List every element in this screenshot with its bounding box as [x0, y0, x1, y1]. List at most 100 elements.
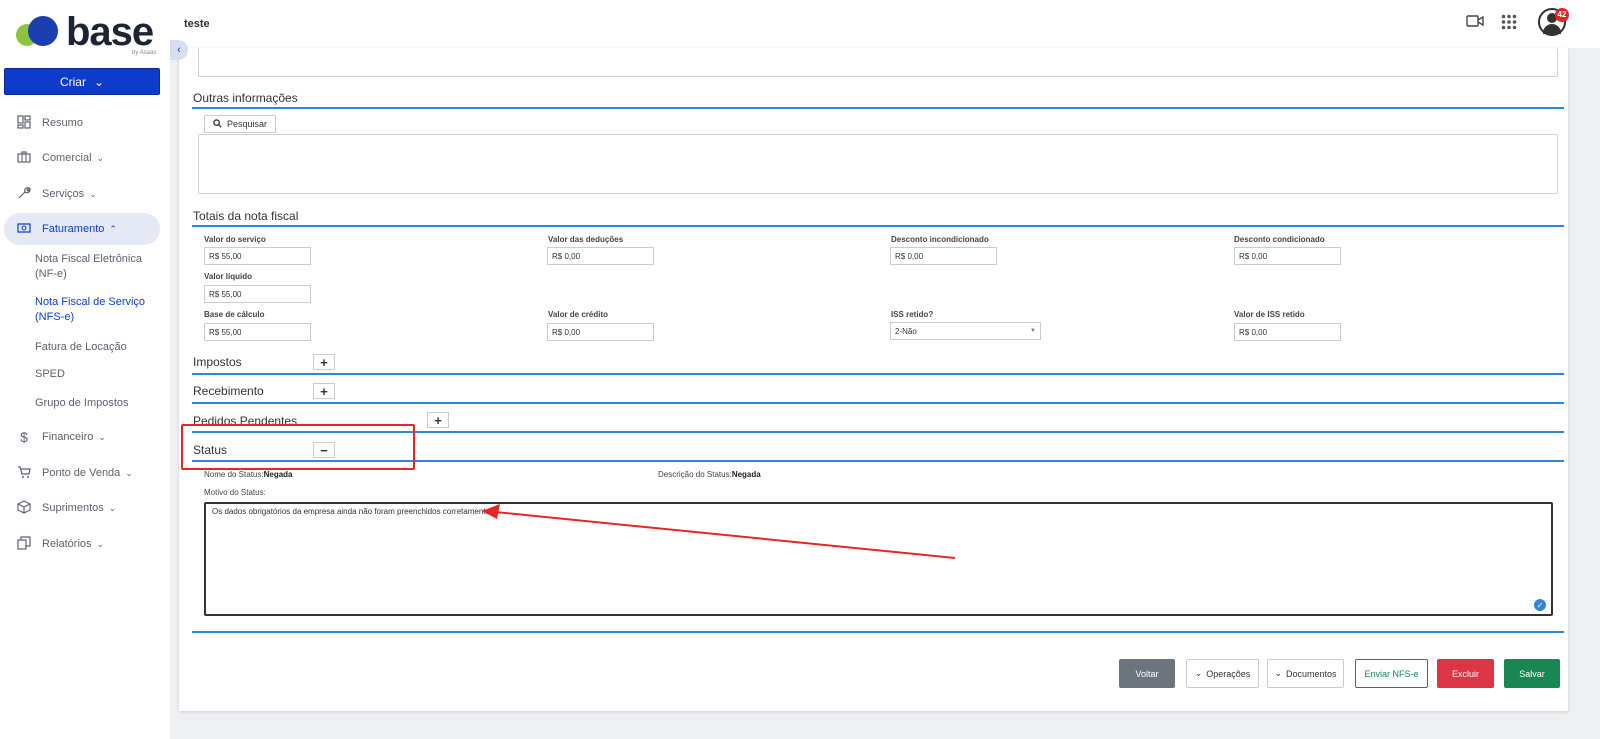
- brand-byline: by Asaas: [132, 50, 157, 56]
- grid-icon: [14, 114, 34, 132]
- send-nfse-button[interactable]: Enviar NFS-e: [1355, 659, 1428, 688]
- apps-grid-icon[interactable]: [1501, 14, 1517, 35]
- search-button[interactable]: Pesquisar: [204, 115, 277, 133]
- avatar-body: [1543, 24, 1561, 34]
- valor-deducoes-input[interactable]: R$ 0,00: [547, 247, 654, 265]
- section-divider: [192, 373, 1564, 375]
- search-icon: [213, 118, 222, 130]
- valor-credito-label: Valor de crédito: [548, 310, 609, 319]
- sidebar-item-financeiro[interactable]: $ Financeiro ⌄: [4, 421, 160, 453]
- status-name-line: Nome do Status:Negada: [204, 470, 293, 479]
- valor-servico-input[interactable]: R$ 55,00: [204, 247, 311, 265]
- operations-label: Operações: [1206, 668, 1251, 679]
- box-icon: [14, 499, 34, 517]
- top-bar: teste 42: [170, 0, 1600, 48]
- expand-impostos-button[interactable]: +: [313, 354, 335, 370]
- valor-liquido-label: Valor líquido: [204, 272, 253, 281]
- expand-pedidos-button[interactable]: +: [427, 412, 449, 428]
- section-divider: [192, 402, 1564, 404]
- status-desc-label: Descrição do Status:: [658, 470, 732, 479]
- chevron-up-icon: ⌃: [109, 223, 117, 234]
- dropdown-arrow-icon: ▼: [1030, 328, 1036, 334]
- sidebar-item-label: Ponto de Venda: [42, 467, 121, 479]
- desc-cond-input[interactable]: R$ 0,00: [1234, 247, 1341, 265]
- documents-label: Documentos: [1286, 668, 1337, 679]
- create-button[interactable]: Criar ⌄: [4, 68, 160, 95]
- iss-retido-value: 2-Não: [895, 326, 917, 336]
- sidebar-item-ponto-venda[interactable]: Ponto de Venda ⌄: [4, 457, 160, 489]
- sidebar-item-resumo[interactable]: Resumo: [4, 107, 160, 139]
- search-button-label: Pesquisar: [227, 119, 268, 129]
- desc-cond-label: Desconto condicionado: [1234, 235, 1325, 244]
- check-circle-icon: ✓: [1534, 599, 1546, 611]
- logo-blue-circle: [28, 16, 58, 46]
- video-camera-icon[interactable]: [1466, 14, 1484, 33]
- sidebar-item-label: Relatórios: [42, 538, 92, 550]
- sidebar-item-suprimentos[interactable]: Suprimentos ⌄: [4, 492, 160, 524]
- chevron-down-icon: ⌄: [93, 74, 105, 89]
- sidebar-item-servicos[interactable]: Serviços ⌄: [4, 178, 160, 210]
- valor-liquido-input[interactable]: R$ 55,00: [204, 285, 311, 303]
- status-desc-value: Negada: [731, 470, 761, 479]
- cart-icon: [14, 465, 34, 482]
- valor-iss-retido-label: Valor de ISS retido: [1234, 310, 1305, 319]
- base-calculo-input[interactable]: R$ 55,00: [204, 323, 311, 341]
- section-title-impostos: Impostos: [193, 355, 242, 369]
- sidebar-item-comercial[interactable]: Comercial ⌄: [4, 142, 160, 174]
- sidebar-subitem-nfe[interactable]: Nota Fiscal Eletrônica (NF-e): [35, 252, 160, 282]
- valor-deducoes-label: Valor das deduções: [548, 235, 624, 244]
- sidebar-subitem-nfse[interactable]: Nota Fiscal de Serviço (NFS-e): [35, 295, 160, 325]
- sidebar-item-label: Serviços: [42, 188, 85, 200]
- status-motivo-textarea[interactable]: Os dados obrigatórios da empresa ainda n…: [204, 502, 1553, 616]
- save-button[interactable]: Salvar: [1504, 659, 1560, 688]
- outras-info-box[interactable]: [198, 134, 1558, 194]
- section-divider: [192, 631, 1564, 633]
- desc-incond-input[interactable]: R$ 0,00: [890, 247, 997, 265]
- iss-retido-select[interactable]: 2-Não ▼: [890, 322, 1041, 340]
- chevron-down-icon: ⌄: [98, 431, 106, 442]
- valor-iss-retido-input[interactable]: R$ 0,00: [1234, 323, 1341, 341]
- iss-retido-label: ISS retido?: [891, 310, 934, 319]
- valor-servico-label: Valor do serviço: [204, 235, 266, 244]
- highlight-box: [181, 424, 415, 470]
- operations-dropdown-button[interactable]: ⌄ Operações: [1186, 659, 1259, 688]
- chevron-down-icon: ⌄: [125, 467, 133, 478]
- wrench-icon: [14, 186, 34, 203]
- brand-logo[interactable]: base by Asaas: [14, 10, 164, 60]
- valor-credito-input[interactable]: R$ 0,00: [547, 323, 654, 341]
- delete-button[interactable]: Excluir: [1437, 659, 1494, 688]
- invoice-icon: [14, 221, 34, 238]
- chevron-down-icon: ⌄: [96, 538, 105, 549]
- sidebar-item-label: Resumo: [42, 117, 83, 129]
- sidebar-item-relatorios[interactable]: Relatórios ⌄: [4, 528, 160, 560]
- sidebar-item-label: Comercial: [42, 152, 92, 164]
- section-divider: [192, 225, 1564, 227]
- reports-icon: [14, 535, 34, 553]
- sidebar: base by Asaas Criar ⌄ Resumo Comercial ⌄…: [0, 0, 170, 739]
- section-title-recebimento: Recebimento: [193, 384, 264, 398]
- status-name-label: Nome do Status:: [204, 470, 264, 479]
- section-divider: [192, 107, 1564, 109]
- status-motivo-label: Motivo do Status:: [204, 488, 266, 497]
- briefcase-icon: [14, 150, 34, 167]
- expand-recebimento-button[interactable]: +: [313, 383, 335, 399]
- sidebar-item-label: Financeiro: [42, 431, 94, 443]
- chevron-down-icon: ⌄: [96, 152, 105, 163]
- section-title-totais: Totais da nota fiscal: [193, 209, 299, 223]
- page-title: teste: [184, 18, 210, 30]
- status-motivo-text: Os dados obrigatórios da empresa ainda n…: [212, 507, 493, 516]
- chevron-left-icon: ‹: [177, 44, 181, 56]
- documents-dropdown-button[interactable]: ⌄ Documentos: [1267, 659, 1344, 688]
- sidebar-subitem-grupo-impostos[interactable]: Grupo de Impostos: [35, 396, 160, 411]
- main-panel: Outras informações Pesquisar Totais da n…: [179, 48, 1568, 711]
- sidebar-subitem-sped[interactable]: SPED: [35, 367, 160, 382]
- dollar-icon: $: [20, 429, 28, 445]
- brand-name: base: [66, 10, 154, 54]
- back-button[interactable]: Voltar: [1119, 659, 1175, 688]
- create-button-label: Criar: [59, 74, 86, 89]
- sidebar-item-faturamento[interactable]: Faturamento ⌃: [4, 213, 160, 245]
- sidebar-item-label: Suprimentos: [42, 502, 104, 514]
- sidebar-subitem-fatura-locacao[interactable]: Fatura de Locação: [35, 340, 160, 355]
- chevron-down-icon: ⌄: [89, 188, 97, 199]
- previous-section-box: [198, 48, 1558, 77]
